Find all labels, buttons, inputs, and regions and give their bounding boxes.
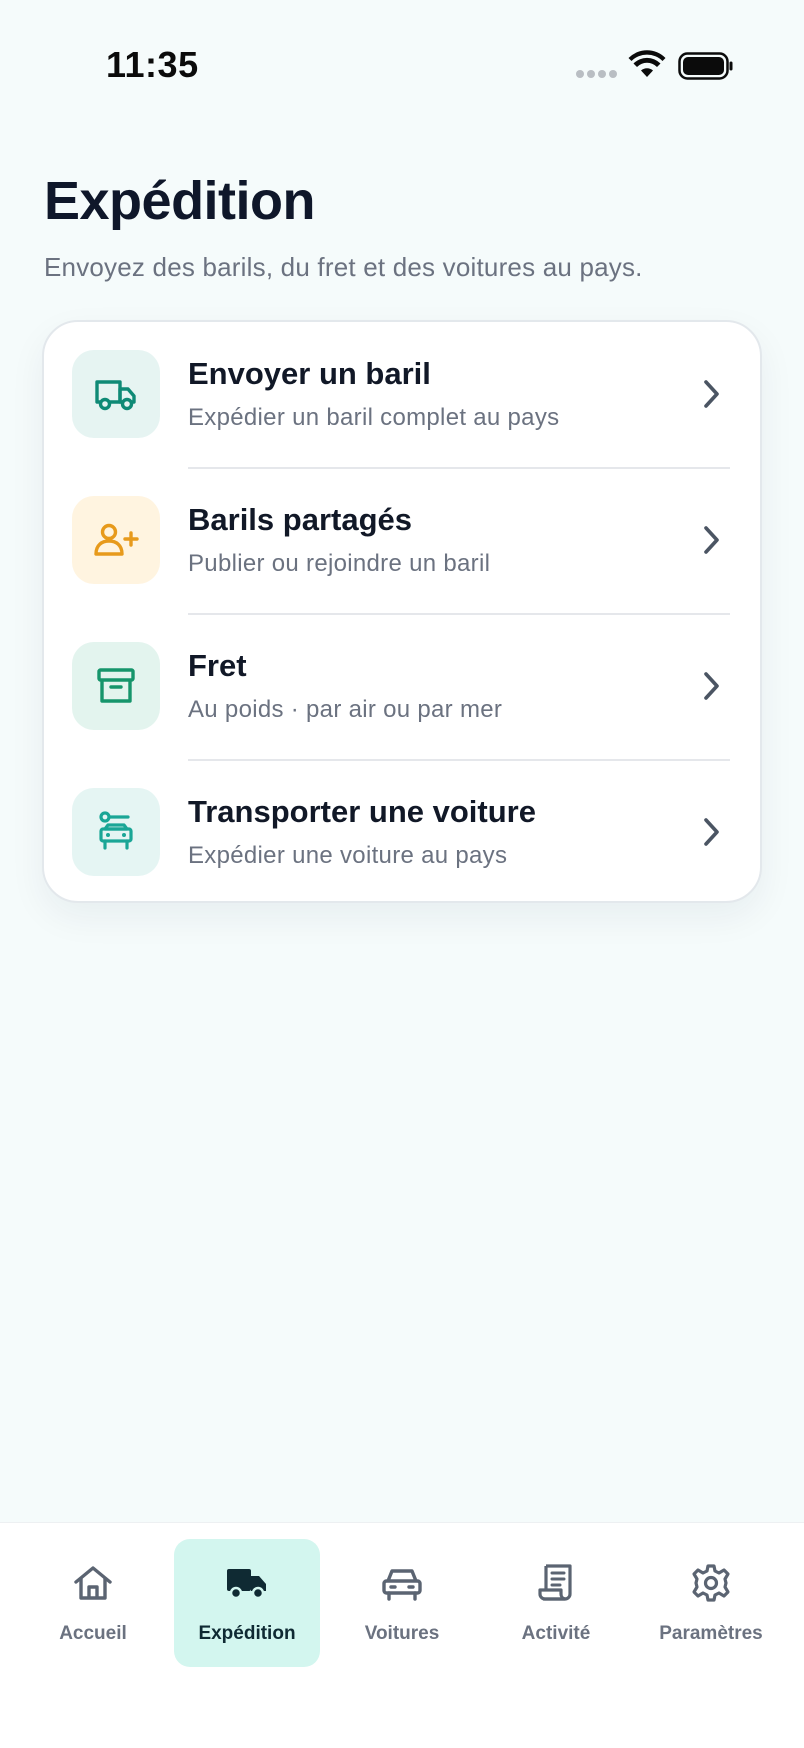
tab-activite[interactable]: Activité xyxy=(483,1539,629,1667)
tab-label: Paramètres xyxy=(659,1623,763,1644)
battery-icon xyxy=(678,52,733,80)
receipt-icon xyxy=(538,1564,572,1601)
item-title: Transporter une voiture xyxy=(188,794,536,829)
tab-label: Expédition xyxy=(198,1623,296,1644)
menu-item-car-transport[interactable]: Transporter une voiture Expédier une voi… xyxy=(44,760,760,901)
item-description: Publier ou rejoindre un baril xyxy=(188,550,491,577)
menu-item-send-barrel[interactable]: Envoyer un baril Expédier un baril compl… xyxy=(44,322,760,468)
icon-tile xyxy=(72,788,160,876)
menu-item-freight[interactable]: Fret Au poids · par air ou par mer xyxy=(44,614,760,760)
tab-label: Activité xyxy=(521,1623,591,1644)
item-description: Expédier un baril complet au pays xyxy=(188,404,560,431)
chevron-right-icon xyxy=(704,526,719,554)
page-title: Expédition xyxy=(44,171,316,231)
chevron-right-icon xyxy=(704,380,719,408)
archive-box-icon xyxy=(97,668,135,703)
status-time: 11:35 xyxy=(106,44,199,85)
menu-item-shared-barrels[interactable]: Barils partagés Publier ou rejoindre un … xyxy=(44,468,760,614)
car-icon xyxy=(382,1569,422,1601)
tab-expedition[interactable]: Expédition xyxy=(174,1539,320,1667)
item-title: Fret xyxy=(188,648,247,683)
bottom-nav: Accueil Expédition Voitures Activité Par… xyxy=(0,1522,804,1748)
icon-tile xyxy=(72,496,160,584)
chevron-right-icon xyxy=(704,672,719,700)
status-bar: 11:35 xyxy=(0,0,804,130)
car-route-icon xyxy=(99,811,133,850)
item-title: Barils partagés xyxy=(188,502,412,537)
chevron-right-icon xyxy=(704,818,719,846)
item-description: Au poids · par air ou par mer xyxy=(188,696,503,723)
icon-tile xyxy=(72,350,160,438)
page-subtitle: Envoyez des barils, du fret et des voitu… xyxy=(44,252,643,282)
shipping-options-card: Envoyer un baril Expédier un baril compl… xyxy=(42,320,762,903)
truck-icon xyxy=(95,380,136,411)
tab-label: Voitures xyxy=(364,1623,440,1644)
truck-icon xyxy=(227,1569,266,1600)
tab-accueil[interactable]: Accueil xyxy=(20,1539,166,1667)
item-description: Expédier une voiture au pays xyxy=(188,842,508,869)
tab-label: Accueil xyxy=(59,1623,127,1644)
home-icon xyxy=(74,1566,112,1600)
wifi-icon xyxy=(628,50,666,77)
gear-icon xyxy=(692,1564,730,1602)
user-plus-icon xyxy=(94,523,139,556)
tab-voitures[interactable]: Voitures xyxy=(329,1539,475,1667)
icon-tile xyxy=(72,642,160,730)
cellular-signal-icon xyxy=(576,70,617,78)
item-title: Envoyer un baril xyxy=(188,356,431,391)
tab-parametres[interactable]: Paramètres xyxy=(638,1539,784,1667)
